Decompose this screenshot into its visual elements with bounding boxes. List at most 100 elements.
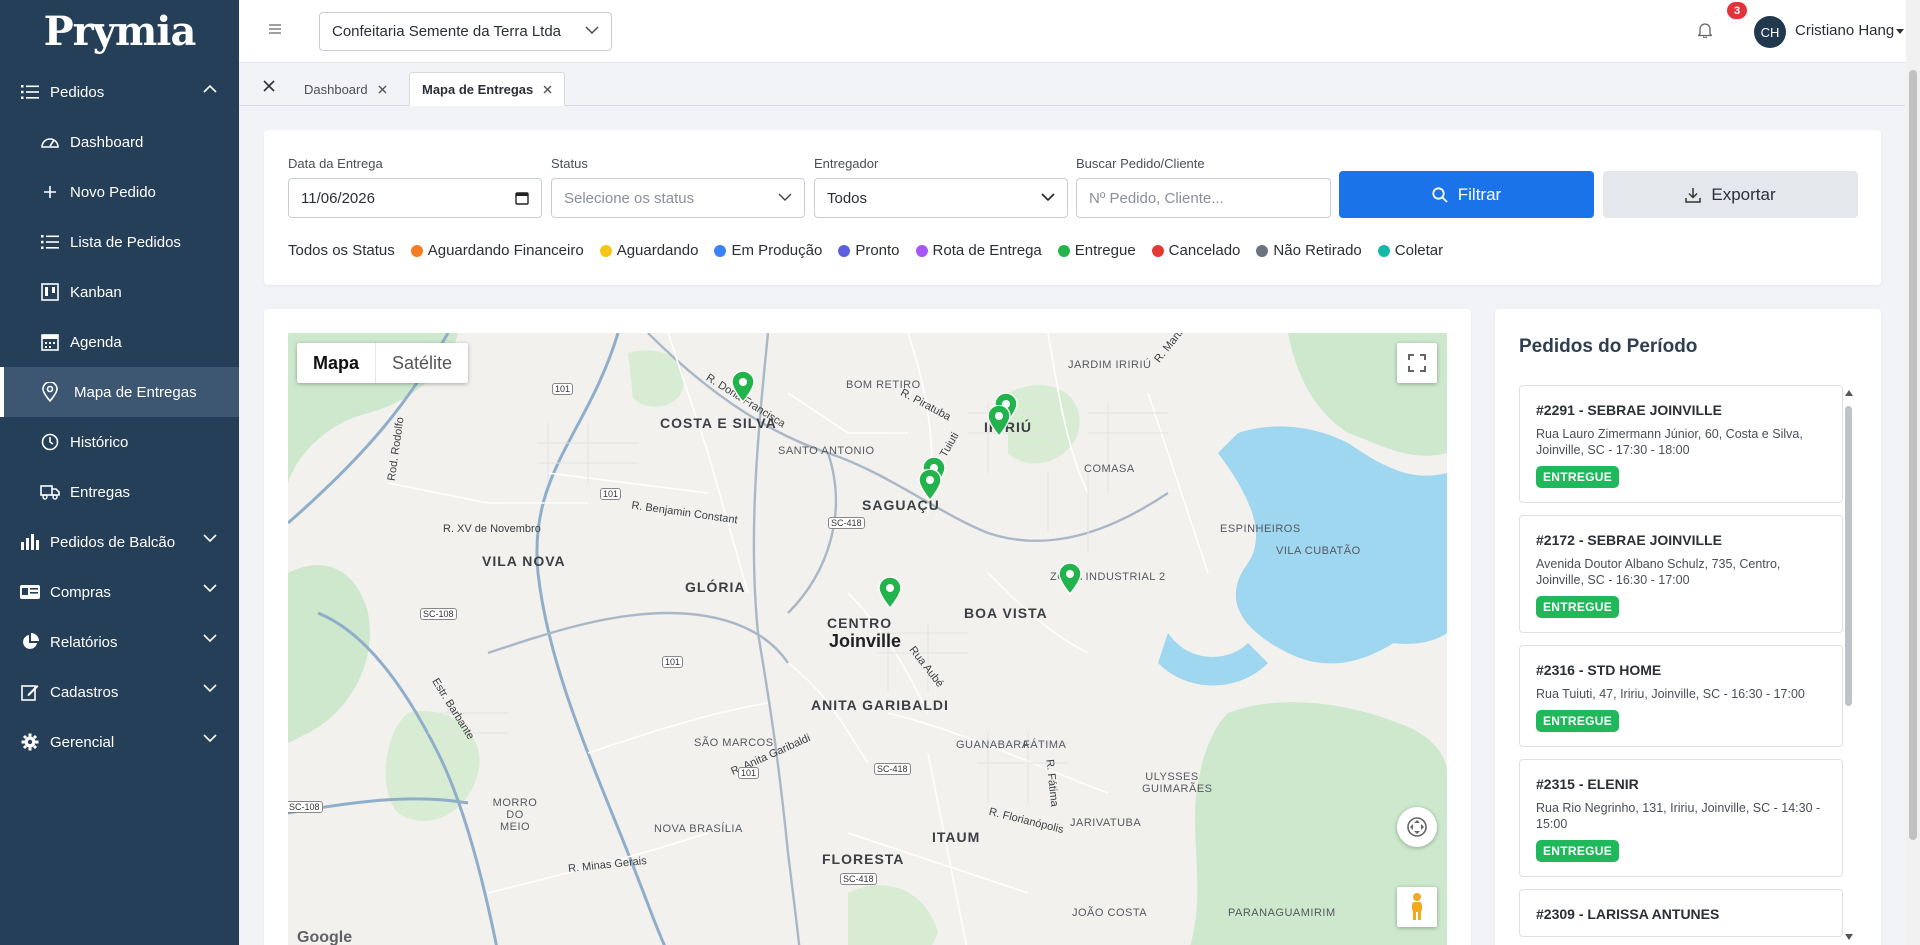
legend-pronto[interactable]: Pronto [838, 242, 900, 259]
sidebar-item-pedidos[interactable]: Pedidos [0, 67, 239, 117]
close-icon[interactable] [543, 85, 552, 94]
avatar[interactable]: CH [1754, 16, 1786, 48]
legend-all[interactable]: Todos os Status [288, 242, 395, 259]
map-label: MORRO DO MEIO [492, 797, 538, 833]
sidebar-item-agenda[interactable]: Agenda [0, 317, 239, 367]
chevron-down-icon [1041, 193, 1055, 202]
plus-icon [40, 182, 60, 202]
chevron-down-icon [203, 734, 217, 743]
legend-rota-de-entrega[interactable]: Rota de Entrega [915, 242, 1042, 259]
fullscreen-button[interactable] [1397, 343, 1437, 383]
filter-button[interactable]: Filtrar [1339, 171, 1594, 218]
map-type-toggle: Mapa Satélite [297, 343, 469, 383]
order-title: #2291 - SEBRAE JOINVILLE [1536, 402, 1722, 418]
page-scrollbar[interactable] [1906, 0, 1920, 945]
scroll-up-icon[interactable] [1845, 390, 1853, 396]
delivery-pin[interactable] [731, 371, 755, 403]
legend-cancelado[interactable]: Cancelado [1151, 242, 1240, 259]
map-label: FLORESTA [822, 851, 905, 867]
logo[interactable]: Prymia [0, 0, 239, 62]
camera-control-button[interactable] [1397, 807, 1437, 847]
download-icon [1685, 187, 1702, 203]
sidebar-item-lista-de-pedidos[interactable]: Lista de Pedidos [0, 217, 239, 267]
legend-entregue[interactable]: Entregue [1057, 242, 1136, 259]
tab-label: Mapa de Entregas [422, 81, 534, 97]
map-label: VILA CUBATÃO [1276, 545, 1361, 557]
order-item[interactable]: #2316 - STD HOME Rua Tuiuti, 47, Iririu,… [1519, 645, 1843, 747]
delivery-pin[interactable] [987, 405, 1011, 437]
scroll-down-icon[interactable] [1845, 934, 1853, 940]
map-label: GLÓRIA [685, 579, 746, 595]
status-placeholder: Selecione os status [564, 189, 695, 207]
sidebar-item-mapa-de-entregas[interactable]: Mapa de Entregas [0, 367, 239, 417]
bell-icon[interactable] [1698, 22, 1712, 38]
search-input[interactable]: Nº Pedido, Cliente... [1076, 178, 1331, 218]
close-icon[interactable] [378, 85, 387, 94]
sidebar-item-entregas[interactable]: Entregas [0, 467, 239, 517]
status-dot [1151, 244, 1164, 257]
status-legend: Todos os Status Aguardando Financeiro Ag… [288, 242, 1459, 259]
sidebar-item-cadastros[interactable]: Cadastros [0, 667, 239, 717]
status-select[interactable]: Selecione os status [551, 178, 805, 218]
map-type-mapa[interactable]: Mapa [297, 343, 375, 383]
orders-scrollbar[interactable] [1843, 386, 1853, 945]
highway-shield: SC-418 [828, 517, 865, 529]
delivery-map[interactable]: COSTA E SILVA BOM RETIRO SANTO ANTONIO S… [288, 333, 1447, 945]
export-button-label: Exportar [1711, 184, 1776, 204]
order-item[interactable]: #2309 - LARISSA ANTUNES [1519, 889, 1843, 937]
map-label: JARDIM IRIRIÚ [1068, 359, 1152, 371]
sidebar-item-pedidos-de-balcao[interactable]: Pedidos de Balcão [0, 517, 239, 567]
user-name[interactable]: Cristiano Hang [1795, 22, 1894, 39]
highway-shield: SC-418 [874, 763, 911, 775]
map-type-satelite[interactable]: Satélite [375, 343, 468, 383]
chevron-down-icon [203, 584, 217, 593]
order-item[interactable]: #2315 - ELENIR Rua Rio Negrinho, 131, Ir… [1519, 759, 1843, 877]
tab-mapa-de-entregas[interactable]: Mapa de Entregas [409, 72, 566, 106]
close-all-tabs-icon[interactable] [263, 80, 275, 92]
legend-label: Entregue [1074, 242, 1136, 259]
menu-toggle-icon[interactable] [269, 24, 281, 34]
scrollbar-thumb[interactable] [1845, 406, 1852, 706]
legend-aguardando[interactable]: Aguardando [599, 242, 699, 259]
status-badge: ENTREGUE [1536, 596, 1620, 618]
caret-down-icon[interactable] [1896, 29, 1904, 34]
sidebar-item-compras[interactable]: Compras [0, 567, 239, 617]
order-address: Avenida Doutor Albano Schulz, 735, Centr… [1536, 557, 1781, 587]
chevron-down-icon [778, 193, 792, 201]
legend-em-producao[interactable]: Em Produção [714, 242, 822, 259]
map-label: VILA NOVA [482, 553, 566, 569]
legend-nao-retirado[interactable]: Não Retirado [1256, 242, 1362, 259]
sidebar-item-historico[interactable]: Histórico [0, 417, 239, 467]
sidebar-item-relatorios[interactable]: Relatórios [0, 617, 239, 667]
sidebar-item-gerencial[interactable]: Gerencial [0, 717, 239, 767]
legend-aguardando-financeiro[interactable]: Aguardando Financeiro [410, 242, 584, 259]
courier-select[interactable]: Todos [814, 178, 1068, 218]
order-title: #2315 - ELENIR [1536, 776, 1639, 792]
order-item[interactable]: #2291 - SEBRAE JOINVILLE Rua Lauro Zimer… [1519, 385, 1843, 503]
pan-arrows-icon [1407, 817, 1427, 837]
legend-label: Aguardando [616, 242, 699, 259]
order-title: #2309 - LARISSA ANTUNES [1536, 906, 1720, 922]
sidebar-item-novo-pedido[interactable]: Novo Pedido [0, 167, 239, 217]
sidebar-item-kanban[interactable]: Kanban [0, 267, 239, 317]
legend-label: Não Retirado [1273, 242, 1362, 259]
date-field[interactable]: 11/06/2026 [288, 178, 542, 218]
tab-dashboard[interactable]: Dashboard [292, 72, 399, 106]
delivery-pin[interactable] [1058, 563, 1082, 595]
order-item[interactable]: #2172 - SEBRAE JOINVILLE Avenida Doutor … [1519, 515, 1843, 633]
company-select[interactable]: Confeitaria Semente da Terra Ltda [319, 12, 612, 51]
sidebar-item-dashboard[interactable]: Dashboard [0, 117, 239, 167]
export-button[interactable]: Exportar [1603, 171, 1858, 218]
sidebar-item-label: Lista de Pedidos [70, 233, 181, 251]
truck-icon [40, 482, 60, 502]
delivery-pin[interactable] [878, 577, 902, 609]
sidebar-item-label: Dashboard [70, 133, 144, 151]
chevron-down-icon [203, 634, 217, 643]
sidebar-item-label: Cadastros [50, 683, 119, 701]
scrollbar-thumb[interactable] [1909, 70, 1917, 840]
tab-label: Dashboard [304, 81, 368, 97]
street-view-button[interactable] [1397, 887, 1437, 927]
calendar-icon[interactable] [515, 191, 529, 205]
delivery-pin[interactable] [918, 469, 942, 501]
legend-coletar[interactable]: Coletar [1377, 242, 1443, 259]
